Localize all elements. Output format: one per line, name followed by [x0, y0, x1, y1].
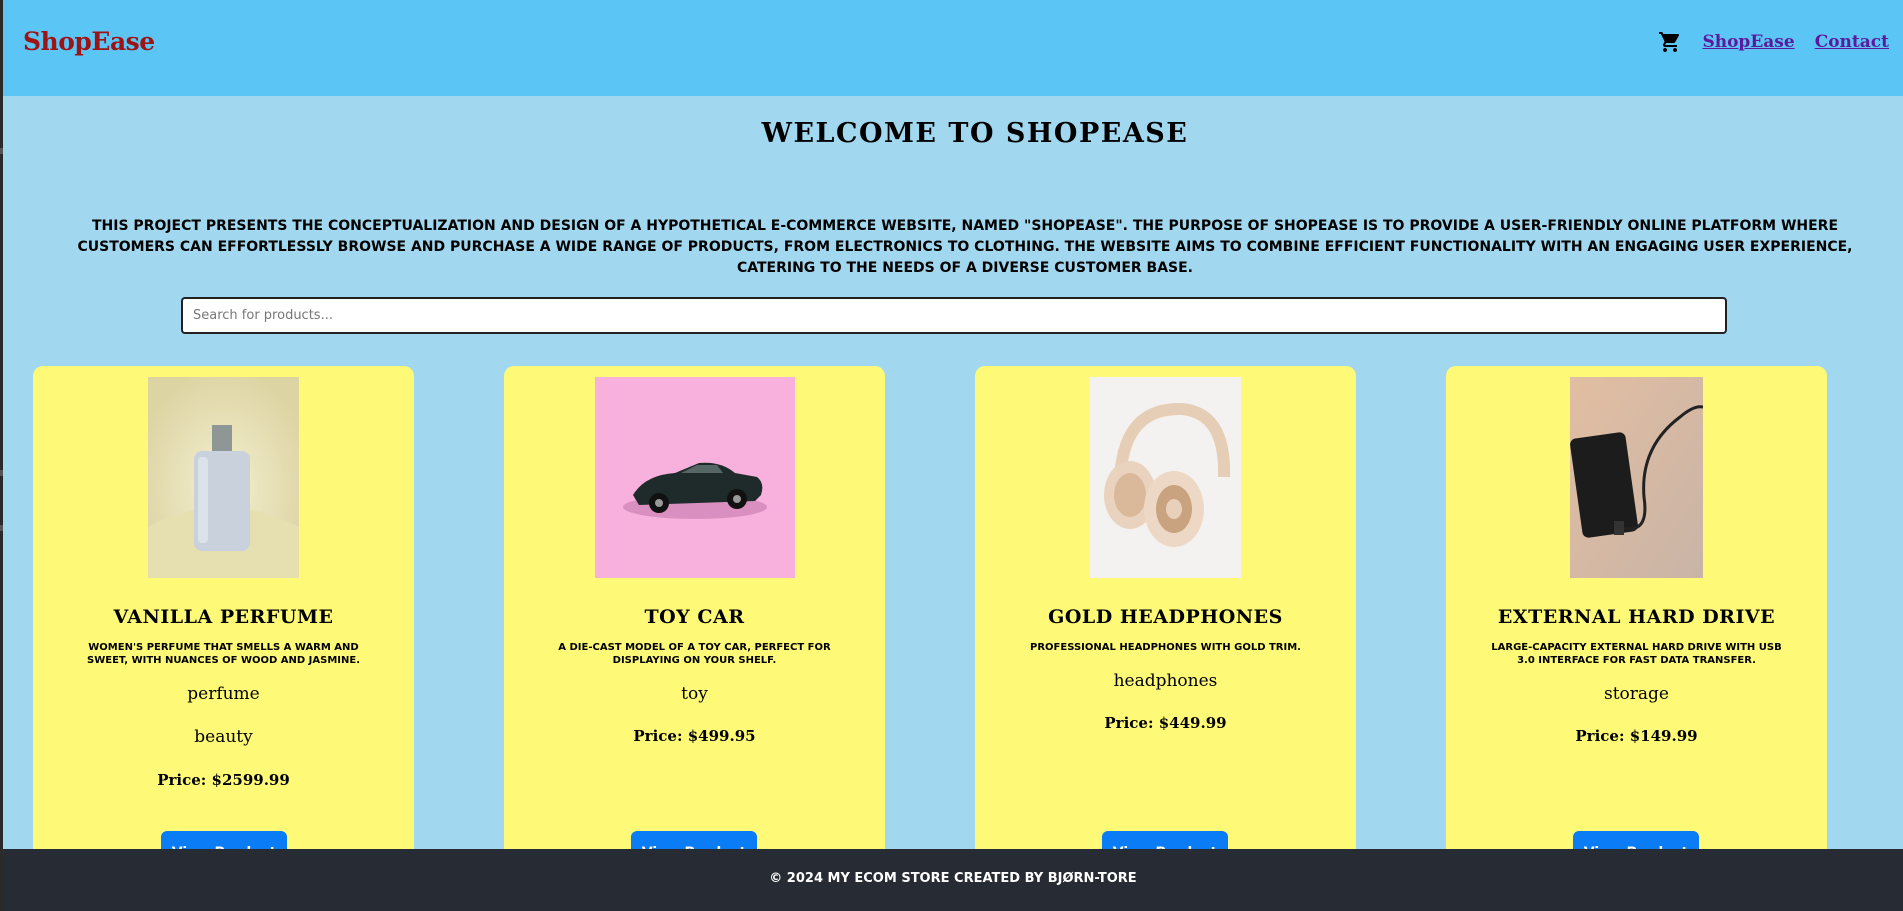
- site-footer: © 2024 My Ecom Store created by Bjørn-To…: [3, 849, 1903, 911]
- main-nav: ShopEase Contact: [1658, 30, 1889, 54]
- intro-text: This project presents the conceptualizat…: [77, 218, 1853, 276]
- site-header: ShopEase ShopEase Contact: [3, 0, 1903, 96]
- nav-link-contact[interactable]: Contact: [1815, 32, 1889, 52]
- search-input[interactable]: [181, 297, 1727, 334]
- shopping-cart-icon[interactable]: [1658, 30, 1682, 54]
- nav-link-shopease[interactable]: ShopEase: [1702, 32, 1794, 52]
- copyright-text: © 2024 My Ecom Store created by Bjørn-To…: [769, 871, 1137, 886]
- headphones-image[interactable]: [1090, 377, 1241, 578]
- product-name: Gold Headphones: [1048, 606, 1283, 628]
- product-tag: headphones: [1113, 671, 1218, 691]
- product-description: Women's perfume that smells a warm and s…: [87, 642, 360, 666]
- page-title: WELCOME TO SHOPEASE: [761, 118, 1189, 149]
- product-description: Professional headphones with gold trim.: [1030, 642, 1301, 653]
- product-name: Toy Car: [644, 606, 745, 628]
- product-description: A die-cast model of a toy car, perfect f…: [558, 642, 831, 666]
- product-description: Large-capacity external hard drive with …: [1491, 642, 1782, 666]
- product-card: External Hard Drive Large-capacity exter…: [1446, 366, 1827, 906]
- product-tag: perfume: [187, 684, 260, 704]
- brand-logo[interactable]: ShopEase: [23, 27, 155, 56]
- product-price: Price: $449.99: [1104, 714, 1227, 732]
- product-tag: storage: [1604, 684, 1669, 704]
- product-price: Price: $149.99: [1575, 727, 1698, 745]
- perfume-bottle-image[interactable]: [148, 377, 299, 578]
- product-price: Price: $2599.99: [157, 771, 290, 789]
- product-price: Price: $499.95: [633, 727, 756, 745]
- product-card: Toy Car A die-cast model of a toy car, p…: [504, 366, 885, 906]
- product-card: Gold Headphones Professional headphones …: [975, 366, 1356, 906]
- product-card: Vanilla Perfume Women's perfume that sme…: [33, 366, 414, 906]
- toy-car-image[interactable]: [595, 377, 795, 578]
- product-tag: beauty: [194, 727, 253, 747]
- product-name: Vanilla Perfume: [113, 606, 334, 628]
- product-tag: toy: [681, 684, 708, 704]
- hard-drive-image[interactable]: [1570, 377, 1703, 578]
- product-name: External Hard Drive: [1497, 606, 1776, 628]
